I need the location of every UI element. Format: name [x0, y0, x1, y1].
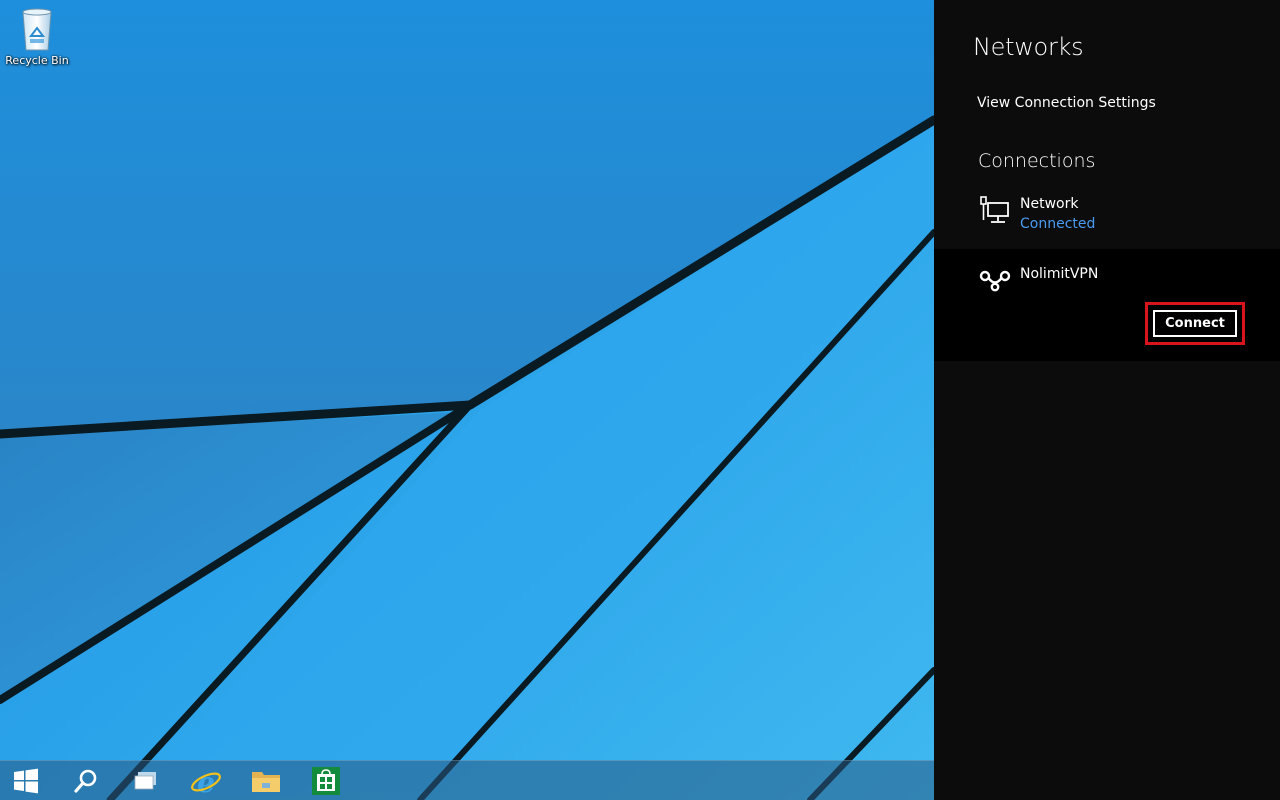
desktop-wallpaper — [0, 0, 934, 800]
search-icon — [74, 769, 97, 793]
connect-button-highlight: Connect — [1145, 302, 1245, 345]
internet-explorer-button[interactable]: e — [181, 761, 231, 800]
wallpaper-graphic — [0, 0, 934, 800]
file-explorer-button[interactable] — [241, 761, 291, 800]
store-icon — [312, 767, 340, 795]
desktop-screen: Recycle Bin e Networks View Connection S… — [0, 0, 1280, 800]
windows-logo-icon — [14, 768, 38, 794]
network-name: Network — [1020, 196, 1079, 212]
recycle-bin-shortcut[interactable]: Recycle Bin — [4, 6, 70, 76]
vpn-icon — [979, 270, 1011, 292]
task-view-icon — [134, 772, 156, 790]
recycle-bin-icon — [22, 8, 52, 51]
internet-explorer-icon: e — [191, 766, 221, 797]
taskbar: e — [0, 760, 934, 800]
wired-network-icon — [980, 196, 1009, 223]
networks-panel: Networks View Connection Settings Connec… — [934, 0, 1280, 800]
folder-icon — [252, 772, 280, 792]
connect-button[interactable]: Connect — [1153, 310, 1237, 337]
network-status: Connected — [1020, 216, 1096, 232]
connections-heading: Connections — [978, 150, 1096, 172]
search-button[interactable] — [61, 761, 111, 800]
view-connection-settings-link[interactable]: View Connection Settings — [977, 95, 1156, 111]
task-view-button[interactable] — [121, 761, 171, 800]
panel-title: Networks — [973, 33, 1084, 61]
vpn-name: NolimitVPN — [1020, 266, 1099, 282]
connection-item-network[interactable]: Network Connected — [934, 188, 1280, 244]
store-button[interactable] — [301, 761, 351, 800]
start-button[interactable] — [1, 761, 51, 800]
svg-text:e: e — [197, 766, 215, 797]
recycle-bin-label: Recycle Bin — [5, 54, 69, 67]
connection-item-vpn[interactable]: NolimitVPN Connect — [934, 249, 1280, 361]
